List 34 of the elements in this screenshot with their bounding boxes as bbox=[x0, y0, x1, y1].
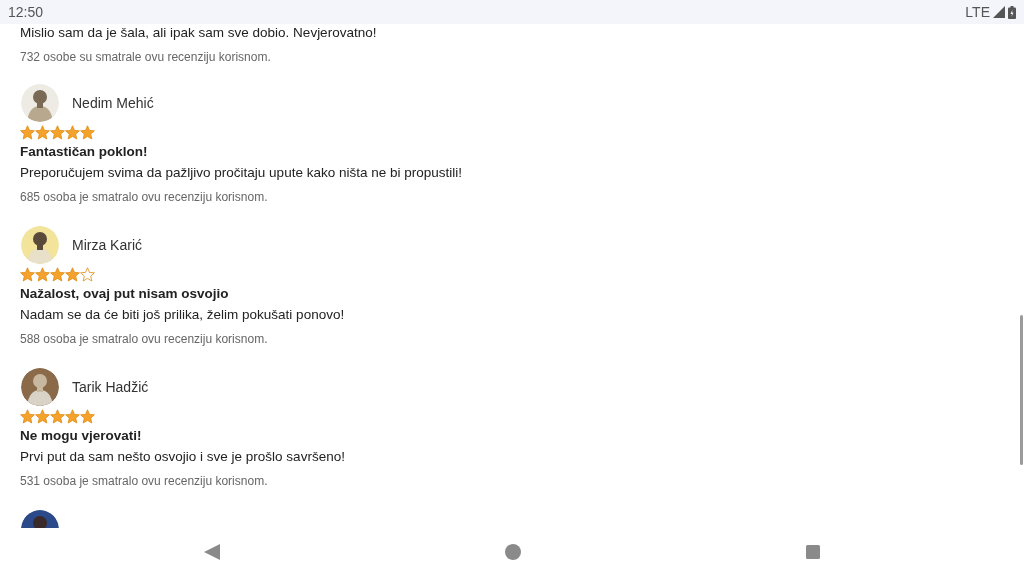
star-icon bbox=[20, 267, 35, 282]
star-icon bbox=[50, 267, 65, 282]
back-icon[interactable] bbox=[204, 544, 220, 560]
review-text: Nadam se da će biti još prilika, želim pokušati ponovo! bbox=[20, 306, 346, 324]
helpful-count: 732 osobe su smatrale ovu recenziju korisnom. bbox=[20, 49, 272, 66]
reviewer-name: Nedim Mehić bbox=[72, 95, 154, 111]
review-text: Mislio sam da je šala, ali ipak sam sve dobio. Nevjerovatno! bbox=[20, 24, 378, 42]
star-icon bbox=[50, 125, 65, 140]
star-icon bbox=[80, 125, 95, 140]
review-title: Fantastičan poklon! bbox=[20, 143, 149, 161]
star-icon bbox=[35, 267, 50, 282]
review-title: Nažalost, ovaj put nisam osvojio bbox=[20, 285, 230, 303]
reviewer-name: Mirza Karić bbox=[72, 237, 142, 253]
helpful-count: 531 osoba je smatralo ovu recenziju korisnom. bbox=[20, 473, 269, 490]
status-time: 12:50 bbox=[8, 4, 44, 20]
review-title: Ne mogu vjerovati! bbox=[20, 427, 143, 445]
star-icon bbox=[50, 409, 65, 424]
reviewer-name: Tarik Hadžić bbox=[72, 379, 149, 395]
star-icon bbox=[65, 125, 80, 140]
helpful-count: 685 osoba je smatralo ovu recenziju korisnom. bbox=[20, 189, 269, 206]
star-icon bbox=[80, 409, 95, 424]
star-icon bbox=[35, 125, 50, 140]
star-icon bbox=[65, 409, 80, 424]
star-icon bbox=[35, 409, 50, 424]
helpful-count: 588 osoba je smatralo ovu recenziju korisnom. bbox=[20, 331, 269, 348]
review-text: Preporučujem svima da pažljivo pročitaju upute kako ništa ne bi propustili! bbox=[20, 164, 463, 182]
review-text: Prvi put da sam nešto osvojio i sve je prošlo savršeno! bbox=[20, 448, 346, 466]
network-type: LTE bbox=[965, 4, 990, 20]
home-icon[interactable] bbox=[505, 544, 521, 560]
star-icon bbox=[65, 267, 80, 282]
star-icon bbox=[20, 125, 35, 140]
battery-icon bbox=[1008, 5, 1016, 19]
star-icon bbox=[20, 409, 35, 424]
signal-icon bbox=[993, 6, 1005, 18]
